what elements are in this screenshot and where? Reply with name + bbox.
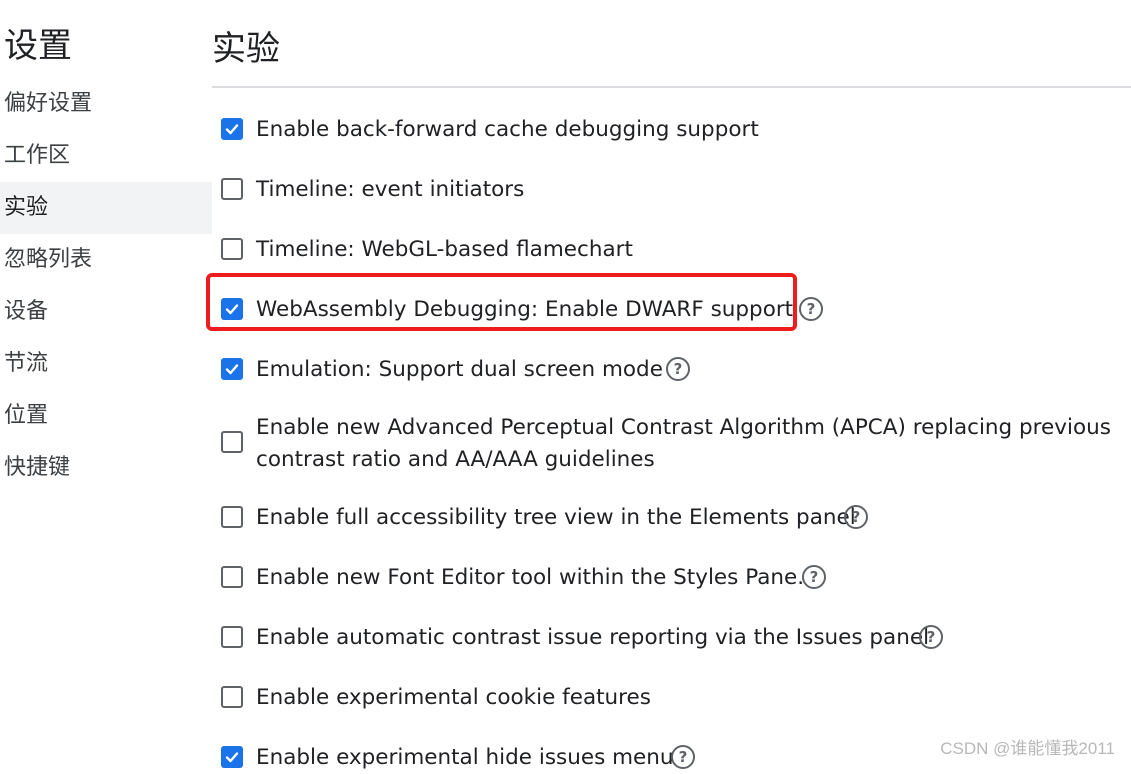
sidebar-title: 设置 <box>4 26 72 66</box>
sidebar-item-locations[interactable]: 位置 <box>0 390 212 442</box>
experiment-checkbox[interactable] <box>221 566 243 588</box>
sidebar-item-label: 偏好设置 <box>4 91 93 116</box>
experiment-label: Timeline: WebGL-based flamechart <box>256 237 633 262</box>
experiments-panel: 实验 Enable back-forward cache debugging s… <box>212 0 1131 770</box>
sidebar-item-label: 实验 <box>4 195 49 220</box>
sidebar-item-label: 节流 <box>4 351 49 376</box>
experiment-row: Timeline: WebGL-based flamechart <box>212 233 1131 267</box>
experiment-row: Enable full accessibility tree view in t… <box>212 501 1131 535</box>
sidebar-item-label: 工作区 <box>4 143 71 168</box>
experiment-label: Emulation: Support dual screen mode <box>256 357 663 382</box>
experiment-checkbox[interactable] <box>221 506 243 528</box>
experiment-row: Enable experimental cookie features <box>212 681 1131 715</box>
sidebar-item-label: 快捷键 <box>4 455 71 480</box>
sidebar-item-shortcuts[interactable]: 快捷键 <box>0 442 212 494</box>
experiment-row: Timeline: event initiators <box>212 173 1131 207</box>
help-icon[interactable]: ? <box>802 565 826 589</box>
title-divider <box>212 86 1131 88</box>
experiment-label: Enable new Advanced Perceptual Contrast … <box>256 415 1111 472</box>
annotation-highlight-box <box>206 273 797 331</box>
experiment-label: Enable new Font Editor tool within the S… <box>256 565 805 590</box>
sidebar-item-workspace[interactable]: 工作区 <box>0 130 212 182</box>
experiment-checkbox[interactable] <box>221 118 243 140</box>
experiment-label: Enable automatic contrast issue reportin… <box>256 625 930 650</box>
experiment-checkbox[interactable] <box>221 686 243 708</box>
experiment-row: Enable new Font Editor tool within the S… <box>212 561 1131 595</box>
checkmark-icon <box>225 124 239 135</box>
experiment-label: Timeline: event initiators <box>256 177 525 202</box>
sidebar-item-label: 忽略列表 <box>4 247 93 272</box>
experiment-checkbox[interactable] <box>221 746 243 768</box>
help-icon[interactable]: ? <box>799 297 823 321</box>
experiment-row: Enable new Advanced Perceptual Contrast … <box>212 411 1131 477</box>
settings-sidebar: 设置 偏好设置 工作区 实验 忽略列表 设备 节流 位置 快捷键 <box>0 0 212 769</box>
help-icon[interactable]: ? <box>671 745 695 769</box>
experiment-checkbox[interactable] <box>221 431 243 453</box>
help-icon[interactable]: ? <box>666 357 690 381</box>
checkmark-icon <box>225 364 239 375</box>
sidebar-item-ignore-list[interactable]: 忽略列表 <box>0 234 212 286</box>
sidebar-item-label: 位置 <box>4 403 49 428</box>
sidebar-item-label: 设备 <box>4 299 49 324</box>
checkmark-icon <box>225 752 239 763</box>
watermark: CSDN @谁能懂我2011 <box>940 739 1115 758</box>
help-icon[interactable]: ? <box>919 625 943 649</box>
experiment-label: Enable experimental cookie features <box>256 685 651 710</box>
experiment-row: Enable back-forward cache debugging supp… <box>212 113 1131 147</box>
experiment-checkbox[interactable] <box>221 238 243 260</box>
experiment-checkbox[interactable] <box>221 358 243 380</box>
page-title: 实验 <box>212 29 280 69</box>
sidebar-item-throttling[interactable]: 节流 <box>0 338 212 390</box>
experiment-checkbox[interactable] <box>221 178 243 200</box>
experiment-label: Enable back-forward cache debugging supp… <box>256 117 759 142</box>
experiment-checkbox[interactable] <box>221 626 243 648</box>
experiment-row: Enable automatic contrast issue reportin… <box>212 621 1131 655</box>
experiment-row: Emulation: Support dual screen mode ? <box>212 353 1131 387</box>
help-icon[interactable]: ? <box>844 505 868 529</box>
experiment-label: Enable experimental hide issues menu <box>256 745 674 770</box>
sidebar-item-devices[interactable]: 设备 <box>0 286 212 338</box>
sidebar-item-preferences[interactable]: 偏好设置 <box>0 78 212 130</box>
sidebar-item-experiments[interactable]: 实验 <box>0 182 212 234</box>
experiment-label: Enable full accessibility tree view in t… <box>256 505 856 530</box>
